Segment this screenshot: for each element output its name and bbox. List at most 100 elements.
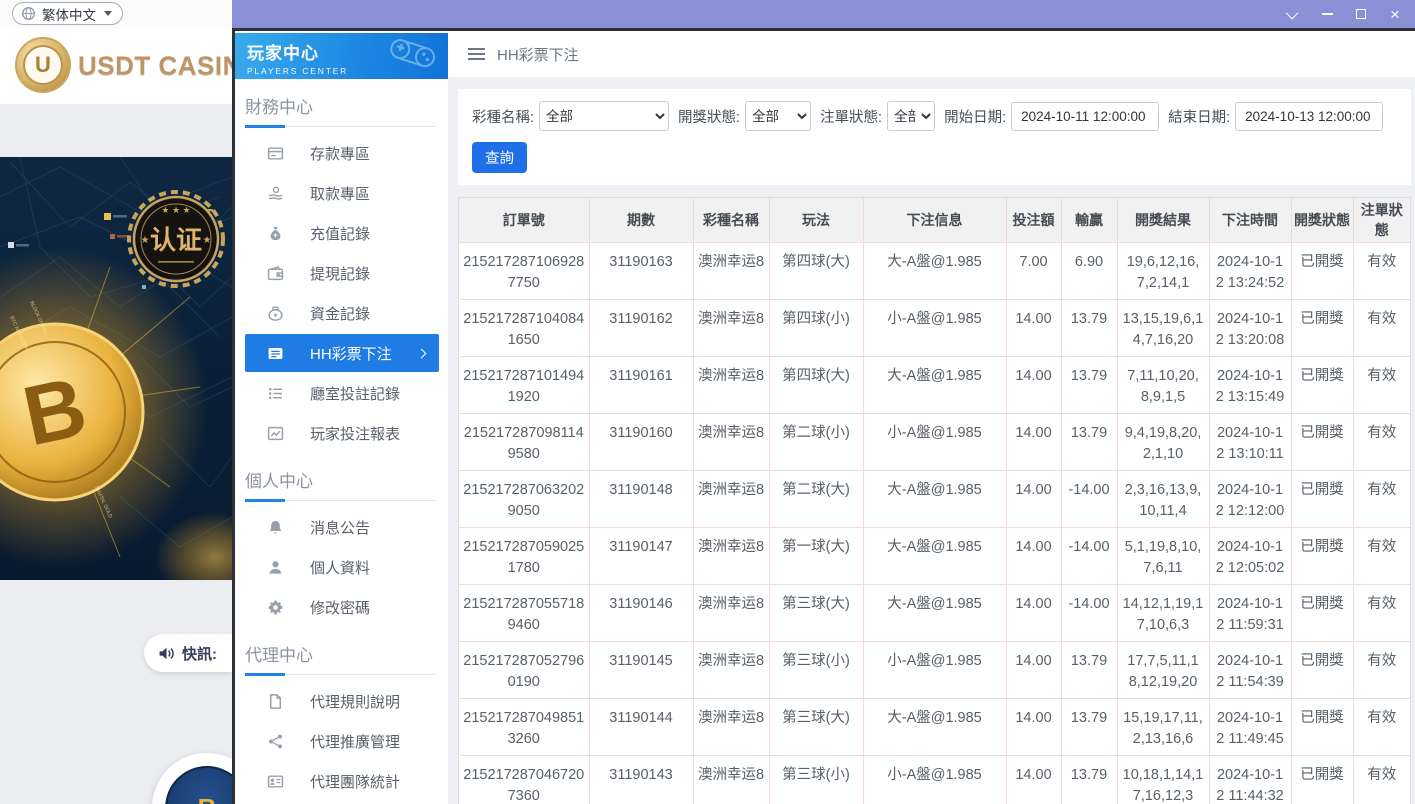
sidebar-item-廳室投註記錄[interactable]: 廳室投註記錄 [235, 373, 448, 413]
svg-text:★ ★ ★: ★ ★ ★ [161, 205, 190, 215]
table-cell: 17,7,5,11,18,12,19,20 [1117, 642, 1209, 699]
svg-text:★: ★ [203, 235, 212, 246]
table-cell: 第一球(大) [769, 528, 863, 585]
table-cell: 2152172871040841650 [459, 300, 589, 357]
sidebar-item-玩家投注報表[interactable]: 玩家投注報表 [235, 413, 448, 453]
window-chevron-button[interactable] [1281, 3, 1305, 25]
table-cell: 15,19,17,11,2,13,16,6 [1117, 699, 1209, 756]
column-header: 開獎狀態 [1291, 198, 1353, 243]
gamepad-icon [386, 37, 438, 73]
sidebar-nav: 財務中心存款專區取款專區充值記錄提現記錄資金記錄HH彩票下注廳室投註記錄玩家投注… [235, 79, 448, 801]
table-cell: 已開獎 [1291, 471, 1353, 528]
table-cell: 有效 [1353, 585, 1410, 642]
search-button[interactable]: 查詢 [472, 142, 527, 173]
table-cell: 31190161 [589, 357, 693, 414]
caret-down-icon [104, 11, 112, 16]
site-logo[interactable]: U USDT CASINO [0, 28, 232, 104]
sidebar-item-提現記錄[interactable]: 提現記錄 [235, 253, 448, 293]
table-cell: 13.79 [1061, 414, 1117, 471]
table-row: 215217287052796019031190145澳洲幸运8第三球(小)小-… [459, 642, 1410, 699]
table-cell: 澳洲幸运8 [693, 585, 769, 642]
table-cell: 大-A盤@1.985 [863, 243, 1006, 300]
table-cell: 31190163 [589, 243, 693, 300]
column-header: 玩法 [769, 198, 863, 243]
table-cell: 小-A盤@1.985 [863, 642, 1006, 699]
end-date-input[interactable] [1235, 102, 1383, 131]
withdraw-hand-icon [267, 185, 284, 202]
table-cell: 31190147 [589, 528, 693, 585]
hamburger-menu-icon[interactable] [468, 48, 485, 60]
sidebar-item-代理規則說明[interactable]: 代理規則說明 [235, 681, 448, 721]
table-row: 215217287059025178031190147澳洲幸运8第一球(大)大-… [459, 528, 1410, 585]
language-bar: 繁体中文 [0, 0, 232, 28]
list-bullets-icon [267, 385, 284, 402]
table-cell: 14.00 [1006, 471, 1061, 528]
speaker-icon [158, 645, 175, 662]
main-panel: HH彩票下注 彩種名稱: 全部 開獎狀態: 全部 注單狀態: 全部 開始日期: … [448, 31, 1415, 804]
table-cell: 2024-10-12 12:05:02 [1209, 528, 1291, 585]
sidebar-item-label: 廳室投註記錄 [310, 383, 400, 404]
sidebar-item-充值記錄[interactable]: 充值記錄 [235, 213, 448, 253]
language-selector[interactable]: 繁体中文 [12, 2, 123, 25]
column-header: 彩種名稱 [693, 198, 769, 243]
table-cell: 14.00 [1006, 357, 1061, 414]
table-cell: 2152172870590251780 [459, 528, 589, 585]
table-cell: 14.00 [1006, 585, 1061, 642]
minimize-icon [1322, 13, 1333, 15]
sidebar-item-代理推廣管理[interactable]: 代理推廣管理 [235, 721, 448, 761]
table-row: 215217287046720736031190143澳洲幸运8第三球(小)小-… [459, 756, 1410, 804]
share-icon [267, 733, 284, 750]
end-date-label: 結束日期: [1168, 106, 1230, 127]
table-cell: 澳洲幸运8 [693, 300, 769, 357]
lottery-card-icon [267, 345, 284, 362]
window-titlebar: × [232, 0, 1415, 28]
sidebar: 玩家中心 PLAYERS CENTER 財務中心存款專區取款專區充值記錄提現記錄… [235, 31, 448, 804]
table-cell: 已開獎 [1291, 585, 1353, 642]
sidebar-item-label: 個人資料 [310, 557, 370, 578]
table-cell: 13.79 [1061, 642, 1117, 699]
table-cell: 14.00 [1006, 414, 1061, 471]
table-cell: 2152172870467207360 [459, 756, 589, 804]
sidebar-item-消息公告[interactable]: 消息公告 [235, 507, 448, 547]
sidebar-item-個人資料[interactable]: 個人資料 [235, 547, 448, 587]
site-emblem: B [152, 753, 232, 804]
sidebar-item-代理團隊統計[interactable]: 代理團隊統計 [235, 761, 448, 801]
sidebar-item-label: HH彩票下注 [310, 343, 392, 364]
table-cell: 小-A盤@1.985 [863, 756, 1006, 804]
table-cell: 有效 [1353, 414, 1410, 471]
table-cell: 14.00 [1006, 699, 1061, 756]
lottery-name-select[interactable]: 全部 [539, 101, 669, 131]
draw-status-label: 開獎狀態: [678, 106, 740, 127]
table-cell: 13,15,19,6,14,7,16,20 [1117, 300, 1209, 357]
table-cell: 已開獎 [1291, 243, 1353, 300]
table-cell: 第三球(大) [769, 699, 863, 756]
sidebar-item-修改密碼[interactable]: 修改密碼 [235, 587, 448, 627]
lottery-name-label: 彩種名稱: [472, 106, 534, 127]
window-maximize-button[interactable] [1349, 3, 1373, 25]
draw-status-select[interactable]: 全部 [745, 101, 811, 131]
language-label: 繁体中文 [42, 4, 96, 24]
sidebar-item-資金記錄[interactable]: 資金記錄 [235, 293, 448, 333]
sidebar-item-label: 代理團隊統計 [310, 771, 400, 792]
table-cell: 已開獎 [1291, 699, 1353, 756]
table-cell: 31190146 [589, 585, 693, 642]
table-cell: 有效 [1353, 471, 1410, 528]
start-date-input[interactable] [1011, 102, 1159, 131]
table-cell: 澳洲幸运8 [693, 699, 769, 756]
column-header: 投注額 [1006, 198, 1061, 243]
table-cell: 2152172870527960190 [459, 642, 589, 699]
table-cell: 有效 [1353, 300, 1410, 357]
wallet-icon [267, 265, 284, 282]
window-close-button[interactable]: × [1383, 3, 1407, 25]
order-status-select[interactable]: 全部 [887, 101, 935, 131]
window-minimize-button[interactable] [1315, 3, 1339, 25]
column-header: 期數 [589, 198, 693, 243]
sidebar-item-HH彩票下注[interactable]: HH彩票下注 [245, 334, 439, 372]
sidebar-item-label: 提現記錄 [310, 263, 370, 284]
sidebar-item-存款專區[interactable]: 存款專區 [235, 133, 448, 173]
table-cell: 小-A盤@1.985 [863, 414, 1006, 471]
sidebar-item-取款專區[interactable]: 取款專區 [235, 173, 448, 213]
table-cell: 已開獎 [1291, 414, 1353, 471]
window-controls: × [1281, 0, 1407, 28]
maximize-icon [1356, 9, 1366, 19]
